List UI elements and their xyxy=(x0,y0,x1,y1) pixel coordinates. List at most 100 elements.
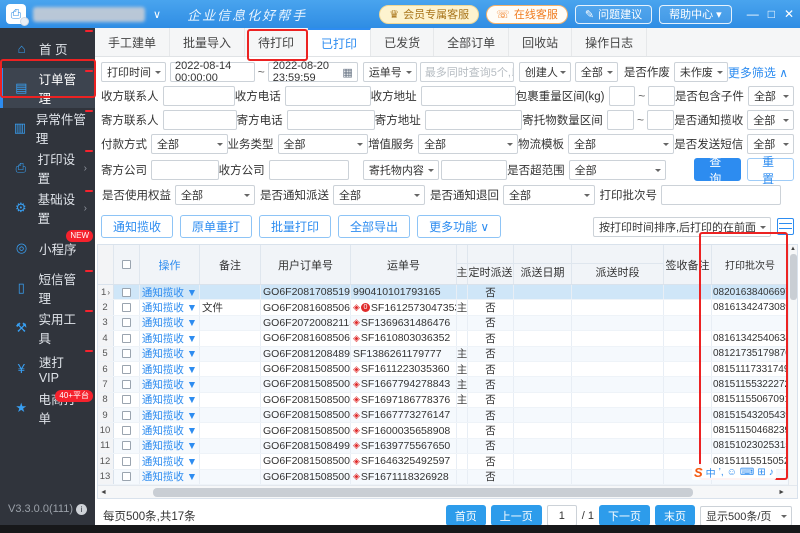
sender-company-input[interactable] xyxy=(151,160,219,180)
notify-delivery-select[interactable]: 全部 xyxy=(333,185,425,205)
value-service-select[interactable]: 全部 xyxy=(418,134,518,154)
toolbar-button[interactable]: 通知揽收 xyxy=(101,215,173,238)
sort-order-select[interactable]: 按打印时间排序,后打印的在前面 xyxy=(593,217,771,237)
sidebar-item[interactable]: ▤ 订单管理 xyxy=(0,68,95,108)
sidebar-item[interactable]: ★ 电商打单 40+平台 xyxy=(0,388,95,428)
sender-address-input[interactable] xyxy=(425,110,523,130)
row-action-link[interactable]: 通知揽收 ▼ xyxy=(140,285,200,299)
table-row[interactable]: 6 通知揽收 ▼ GO6F2081508500295 ◈SF1611223035… xyxy=(98,362,797,377)
sidebar-item[interactable]: ⚙ 基础设置 › xyxy=(0,188,95,228)
first-page-button[interactable]: 首页 xyxy=(446,505,486,526)
table-row[interactable]: 4 通知揽收 ▼ GO6F2081608506013 ◈SF1610803036… xyxy=(98,331,797,346)
vip-service-button[interactable]: ♛会员专属客服 xyxy=(379,5,479,24)
out-of-range-select[interactable]: 全部 xyxy=(569,160,667,180)
table-row[interactable]: 7 通知揽收 ▼ GO6F2081508500735 ◈SF1667794278… xyxy=(98,377,797,392)
row-checkbox[interactable] xyxy=(122,426,131,435)
toolbar-button[interactable]: 批量打印 xyxy=(259,215,331,238)
receiver-address-input[interactable] xyxy=(421,86,516,106)
ime-voice-icon[interactable]: ♪ xyxy=(769,467,774,478)
sender-phone-input[interactable] xyxy=(287,110,375,130)
account-chevron-down-icon[interactable]: ∨ xyxy=(153,8,161,21)
scroll-left-arrow[interactable]: ◄ xyxy=(98,489,109,496)
row-action-link[interactable]: 通知揽收 ▼ xyxy=(140,300,200,314)
payment-select[interactable]: 全部 xyxy=(151,134,228,154)
creator-value-select[interactable]: 全部 xyxy=(575,62,618,82)
ime-keyboard-icon[interactable]: ⌨ xyxy=(740,467,754,478)
row-checkbox[interactable] xyxy=(122,318,131,327)
weight-min-input[interactable] xyxy=(609,86,636,106)
vertical-scroll-thumb[interactable] xyxy=(790,254,797,300)
sender-contact-input[interactable] xyxy=(163,110,237,130)
row-checkbox[interactable] xyxy=(122,365,131,374)
toolbar-button[interactable]: 全部导出 xyxy=(338,215,410,238)
tab[interactable]: 手工建单 xyxy=(95,28,170,56)
notify-pickup-select[interactable]: 全部 xyxy=(747,110,794,130)
row-action-link[interactable]: 通知揽收 ▼ xyxy=(140,423,200,437)
ime-toolbox-icon[interactable]: ⊞ xyxy=(757,467,765,478)
header-checkbox[interactable] xyxy=(114,245,140,284)
row-checkbox[interactable] xyxy=(122,441,131,450)
select-all-checkbox[interactable] xyxy=(122,260,131,269)
row-checkbox[interactable] xyxy=(122,349,131,358)
tab[interactable]: 已打印 xyxy=(308,28,371,56)
content-field-select[interactable]: 寄托物内容 xyxy=(363,160,439,180)
row-checkbox[interactable] xyxy=(122,457,131,466)
row-action-link[interactable]: 通知揽收 ▼ xyxy=(140,470,200,484)
vertical-scrollbar[interactable]: ▲ xyxy=(788,245,797,486)
rights-select[interactable]: 全部 xyxy=(175,185,255,205)
toolbar-button[interactable]: 更多功能 ∨ xyxy=(417,215,501,238)
sidebar-item[interactable]: ▥ 异常件管理 xyxy=(0,108,95,148)
row-action-link[interactable]: 通知揽收 ▼ xyxy=(140,377,200,391)
sidebar-item[interactable]: ▯ 短信管理 xyxy=(0,268,95,308)
creator-field-select[interactable]: 创建人 xyxy=(519,62,571,82)
close-button[interactable]: ✕ xyxy=(784,7,794,21)
page-size-select[interactable]: 显示500条/页 xyxy=(700,506,792,526)
receiver-phone-input[interactable] xyxy=(285,86,371,106)
subparcel-select[interactable]: 全部 xyxy=(748,86,794,106)
row-checkbox[interactable] xyxy=(122,334,131,343)
maximize-button[interactable]: □ xyxy=(768,7,775,21)
waybill-search-input[interactable]: 最多同时查询5个,以逗号隔开 xyxy=(420,62,514,82)
qty-max-input[interactable] xyxy=(647,110,674,130)
info-icon[interactable]: i xyxy=(76,504,87,515)
reset-button[interactable]: 重置 xyxy=(747,158,794,181)
row-checkbox[interactable] xyxy=(122,380,131,389)
notify-return-select[interactable]: 全部 xyxy=(503,185,595,205)
row-action-link[interactable]: 通知揽收 ▼ xyxy=(140,362,200,376)
table-row[interactable]: 1› 通知揽收 ▼ GO6F2081708519306 990410101793… xyxy=(98,285,797,300)
table-row[interactable]: 11 通知揽收 ▼ GO6F2081508499882 ◈SF163977556… xyxy=(98,439,797,454)
feedback-button[interactable]: ✎问题建议 xyxy=(575,5,652,24)
sidebar-item[interactable]: ◎ 小程序 NEW xyxy=(0,228,95,268)
void-select[interactable]: 未作废 xyxy=(674,62,728,82)
column-settings-icon[interactable] xyxy=(777,218,794,235)
date-to-input[interactable]: 2022-08-20 23:59:59 ▦ xyxy=(268,62,358,82)
qty-min-input[interactable] xyxy=(607,110,634,130)
table-row[interactable]: 5 通知揽收 ▼ GO6F2081208489883 SF13862611797… xyxy=(98,347,797,362)
row-checkbox[interactable] xyxy=(122,288,131,297)
row-action-link[interactable]: 通知揽收 ▼ xyxy=(140,408,200,422)
content-input[interactable] xyxy=(441,160,507,180)
row-action-link[interactable]: 通知揽收 ▼ xyxy=(140,393,200,407)
sidebar-item[interactable]: ¥ 速打 VIP xyxy=(0,348,95,388)
scroll-right-arrow[interactable]: ► xyxy=(776,489,787,496)
table-row[interactable]: 2 通知揽收 ▼ 文件 GO6F2081608506021 ◈0SF161257… xyxy=(98,300,797,315)
sidebar-item[interactable]: ⌂ 首 页 xyxy=(0,28,95,68)
tab[interactable]: 全部订单 xyxy=(434,28,509,56)
tab[interactable]: 操作日志 xyxy=(572,28,647,56)
ime-emoji-icon[interactable]: ☺ xyxy=(727,467,737,478)
tab[interactable]: 已发货 xyxy=(371,28,434,56)
row-action-link[interactable]: 通知揽收 ▼ xyxy=(140,347,200,361)
tab[interactable]: 待打印 xyxy=(245,28,308,56)
last-page-button[interactable]: 末页 xyxy=(655,505,695,526)
date-from-input[interactable]: 2022-08-14 00:00:00 xyxy=(170,62,255,82)
ime-punctuation-icon[interactable]: ’, xyxy=(719,467,724,478)
minimize-button[interactable]: — xyxy=(747,7,759,21)
scroll-up-arrow[interactable]: ▲ xyxy=(790,245,796,253)
query-button[interactable]: 查询 xyxy=(694,158,741,181)
sms-select[interactable]: 全部 xyxy=(747,134,794,154)
row-checkbox[interactable] xyxy=(122,303,131,312)
calendar-icon[interactable]: ▦ xyxy=(342,66,352,79)
prev-page-button[interactable]: 上一页 xyxy=(491,505,542,526)
receiver-company-input[interactable] xyxy=(269,160,349,180)
row-action-link[interactable]: 通知揽收 ▼ xyxy=(140,316,200,330)
